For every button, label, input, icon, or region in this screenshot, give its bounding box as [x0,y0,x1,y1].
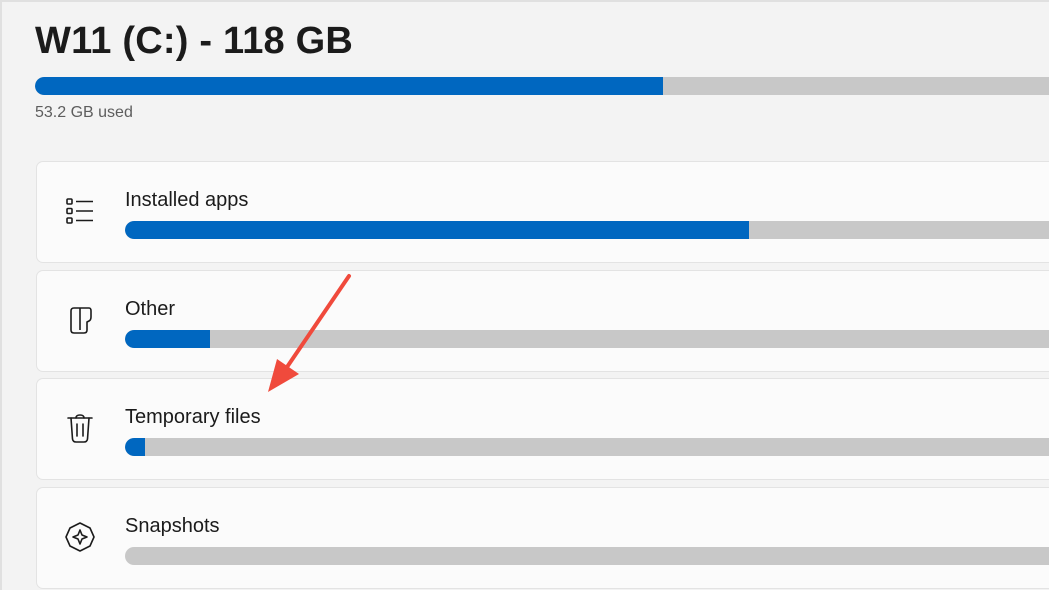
drive-usage-bar [35,77,1049,95]
drive-used-label: 53.2 GB used [35,104,133,121]
category-usage-fill [125,330,211,348]
drive-title: W11 (C:) - 118 GB [35,20,354,62]
category-label: Temporary files [125,406,261,428]
category-usage-bar [125,547,1049,565]
document-icon [63,303,97,337]
category-usage-bar [125,330,1049,348]
trash-icon [63,411,97,445]
drive-usage-fill [35,77,664,95]
category-other[interactable]: Other [36,270,1049,372]
category-usage-bar [125,438,1049,456]
storage-page: W11 (C:) - 118 GB 53.2 GB used Installed… [0,0,1049,590]
category-label: Other [125,298,176,320]
category-installed-apps[interactable]: Installed apps [36,161,1049,263]
category-temporary-files[interactable]: Temporary files [36,378,1049,480]
category-snapshots[interactable]: Snapshots [36,487,1049,589]
category-usage-fill [125,221,749,239]
category-label: Snapshots [125,515,220,537]
category-label: Installed apps [125,189,249,211]
category-usage-bar [125,221,1049,239]
category-usage-fill [125,438,146,456]
snapshot-icon [63,520,97,554]
list-icon [63,194,97,228]
